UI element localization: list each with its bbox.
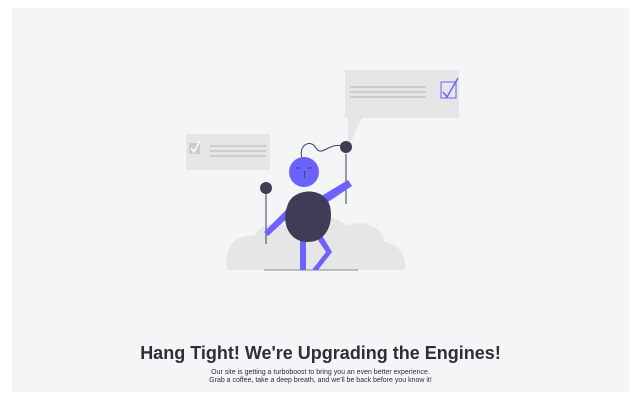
maintenance-page: Hang Tight! We're Upgrading the Engines!… xyxy=(12,8,629,392)
page-title: Hang Tight! We're Upgrading the Engines! xyxy=(140,343,501,363)
message-line-2: Grab a coffee, take a deep breath, and w… xyxy=(209,377,432,384)
balloon-right xyxy=(340,141,352,204)
left-speech-card xyxy=(186,134,270,170)
maintenance-illustration xyxy=(186,70,459,271)
right-speech-card xyxy=(345,70,459,148)
hair-curl xyxy=(300,143,347,159)
